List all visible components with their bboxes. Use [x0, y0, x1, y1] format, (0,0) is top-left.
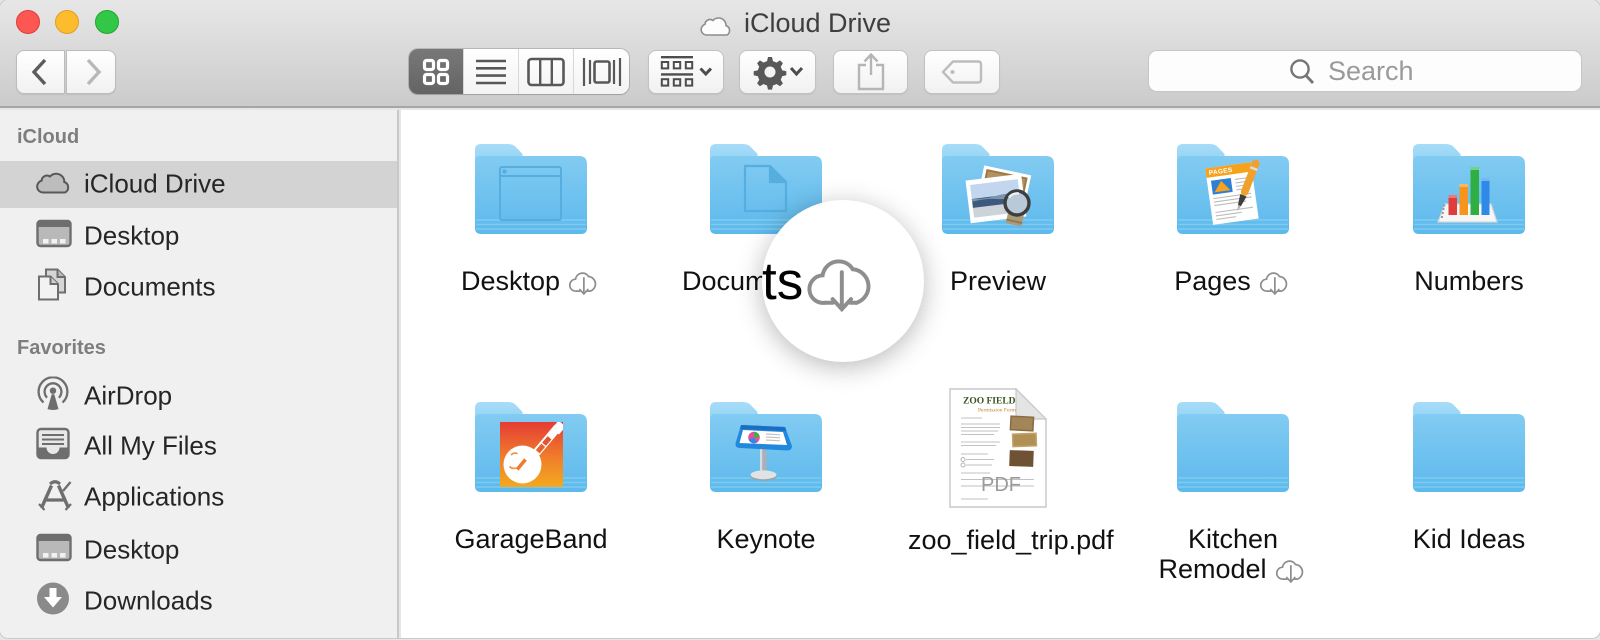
svg-text:ZOO FIELD: ZOO FIELD [963, 397, 1016, 407]
svg-text:PDF: PDF [981, 474, 1021, 496]
svg-text:Permission Form: Permission Form [978, 408, 1016, 414]
